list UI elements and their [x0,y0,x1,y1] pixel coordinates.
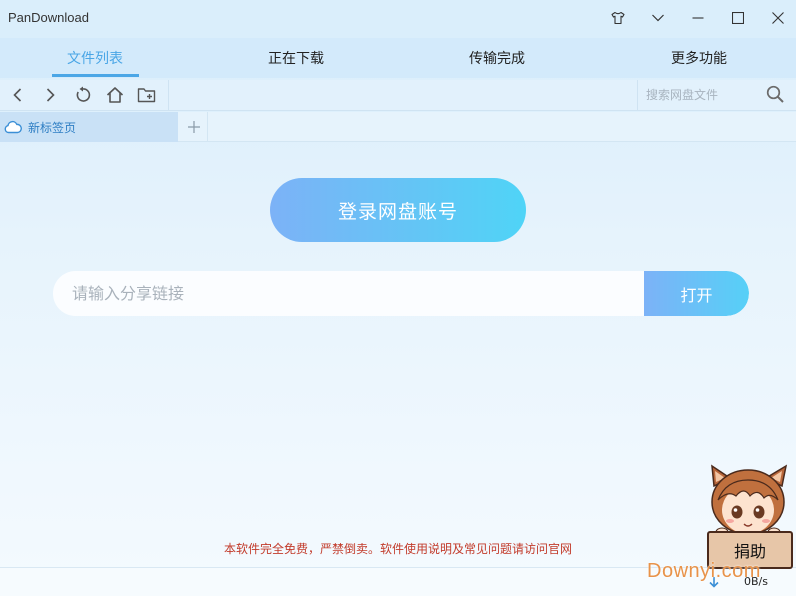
cloud-icon [4,120,22,134]
free-software-notice: 本软件完全免费，严禁倒卖。软件使用说明及常见问题请访问官网 [223,542,572,556]
main-tabs: 文件列表 正在下载 传输完成 更多功能 [0,38,796,78]
new-folder-button[interactable] [135,83,159,107]
tshirt-icon [611,11,625,25]
login-account-button[interactable]: 登录网盘账号 [270,178,526,242]
close-icon [772,12,784,24]
chevron-down-icon [652,14,664,22]
search-button[interactable] [766,85,785,108]
forward-button[interactable] [38,83,62,107]
search-icon [766,85,784,103]
back-button[interactable] [6,83,30,107]
tab-more-features[interactable]: 更多功能 [644,38,754,78]
mascot-girl-icon [711,464,788,537]
page-tab-new[interactable]: 新标签页 [0,112,178,142]
home-icon [106,87,124,103]
share-link-row: 打开 [53,271,749,316]
app-window: PanDownload 文件列表 正在下载 传输完成 更多功能 搜索网盘文件 新… [0,0,796,596]
chevron-right-icon [46,88,55,102]
watermark: Downyi.com [647,560,761,582]
app-title: PanDownload [8,10,89,25]
skin-button[interactable] [600,4,636,32]
active-tab-indicator [52,74,139,77]
tab-file-list[interactable]: 文件列表 [40,38,150,78]
refresh-button[interactable] [71,83,95,107]
maximize-icon [732,12,744,24]
tab-completed[interactable]: 传输完成 [442,38,552,78]
page-tabs: 新标签页 [0,112,796,142]
page-tab-label: 新标签页 [28,120,77,135]
close-button[interactable] [760,4,796,32]
plus-icon [187,121,200,133]
chevron-left-icon [13,88,22,102]
toolbar-separator [168,80,169,111]
new-folder-icon [137,88,156,103]
search-input[interactable] [646,85,764,105]
minimize-icon [692,17,704,19]
title-bar: PanDownload [0,0,796,38]
share-link-input[interactable] [53,271,645,316]
open-link-button[interactable]: 打开 [644,271,749,316]
minimize-button[interactable] [680,4,716,32]
add-tab-button[interactable] [180,112,208,142]
menu-dropdown-button[interactable] [640,4,676,32]
tab-downloading[interactable]: 正在下载 [241,38,351,78]
refresh-icon [76,86,91,102]
home-button[interactable] [103,83,127,107]
maximize-button[interactable] [720,4,756,32]
